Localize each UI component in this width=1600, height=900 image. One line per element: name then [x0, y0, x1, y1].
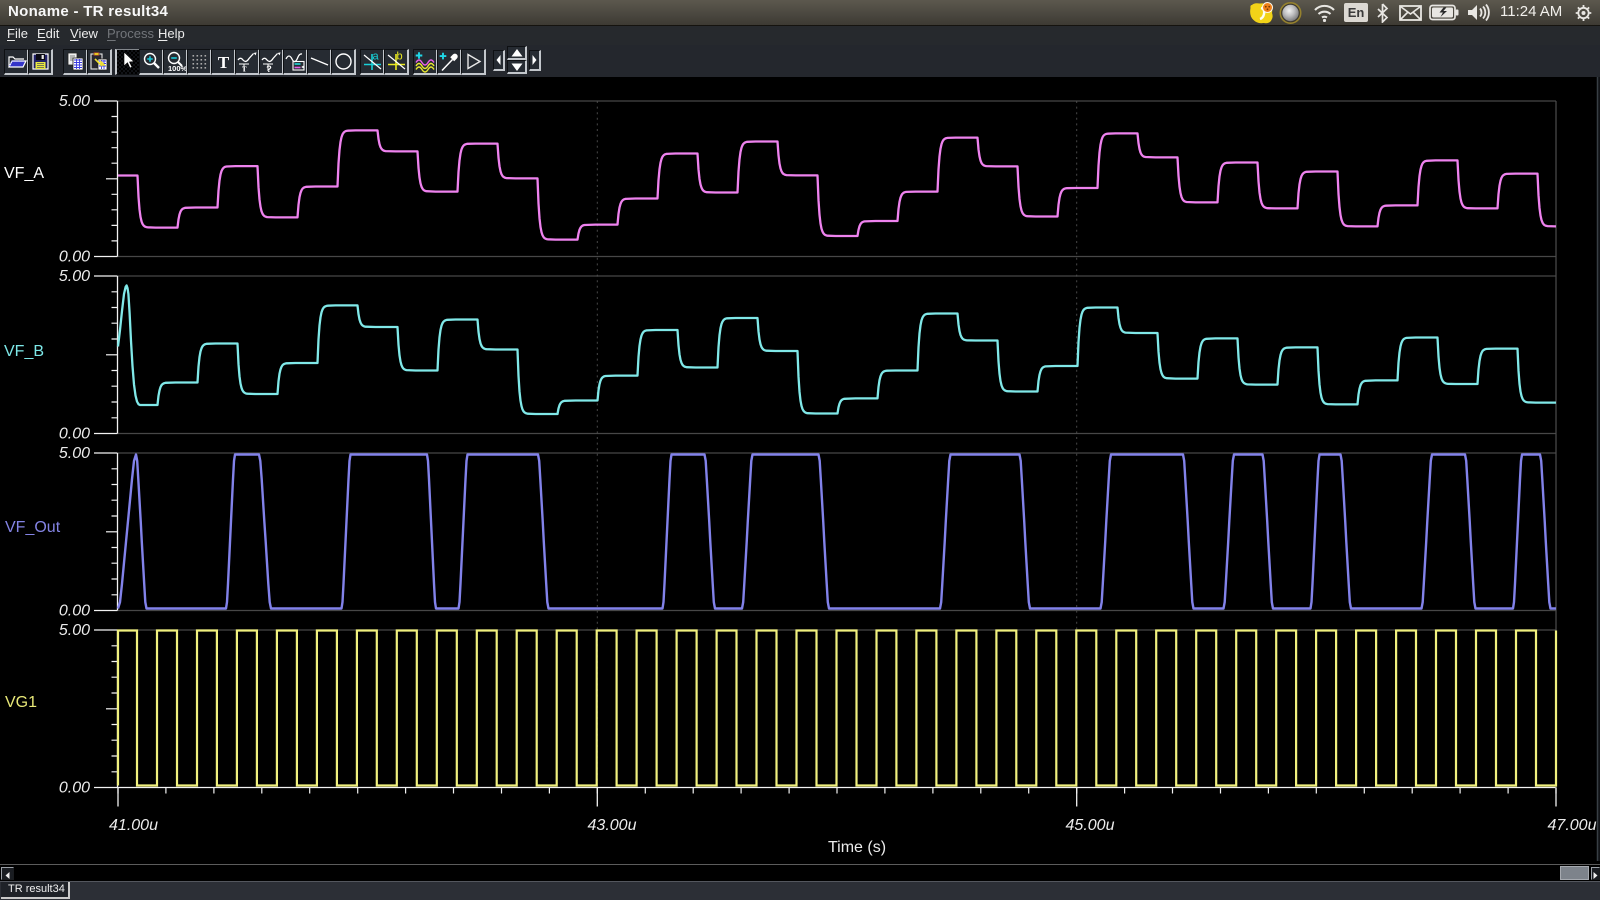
svg-text:?: ?: [266, 64, 272, 73]
svg-text:100%: 100%: [168, 64, 187, 73]
svg-text:5.00: 5.00: [59, 622, 90, 639]
svg-text:VF_B: VF_B: [4, 343, 44, 360]
svg-text:5.00: 5.00: [59, 93, 90, 110]
svg-text:41.00u: 41.00u: [109, 817, 158, 834]
svg-text:0.00: 0.00: [59, 780, 90, 797]
svg-text:0.00: 0.00: [59, 426, 90, 443]
svg-text:VG1: VG1: [5, 694, 37, 711]
svg-text:VF_Out: VF_Out: [5, 519, 61, 536]
svg-text:b: b: [397, 51, 403, 63]
svg-text:0.00: 0.00: [59, 249, 90, 266]
svg-text:5.00: 5.00: [59, 268, 90, 285]
svg-text:T: T: [242, 66, 247, 74]
svg-text:T: T: [218, 53, 230, 72]
svg-text:a: a: [373, 51, 380, 63]
svg-text:5.00: 5.00: [59, 445, 90, 462]
svg-text:47.00u: 47.00u: [1548, 817, 1597, 834]
svg-text:45.00u: 45.00u: [1066, 817, 1115, 834]
svg-text:43.00u: 43.00u: [588, 817, 637, 834]
svg-text:Time (s): Time (s): [828, 839, 886, 856]
svg-text:VF_A: VF_A: [4, 165, 44, 182]
svg-text:0.00: 0.00: [59, 603, 90, 620]
